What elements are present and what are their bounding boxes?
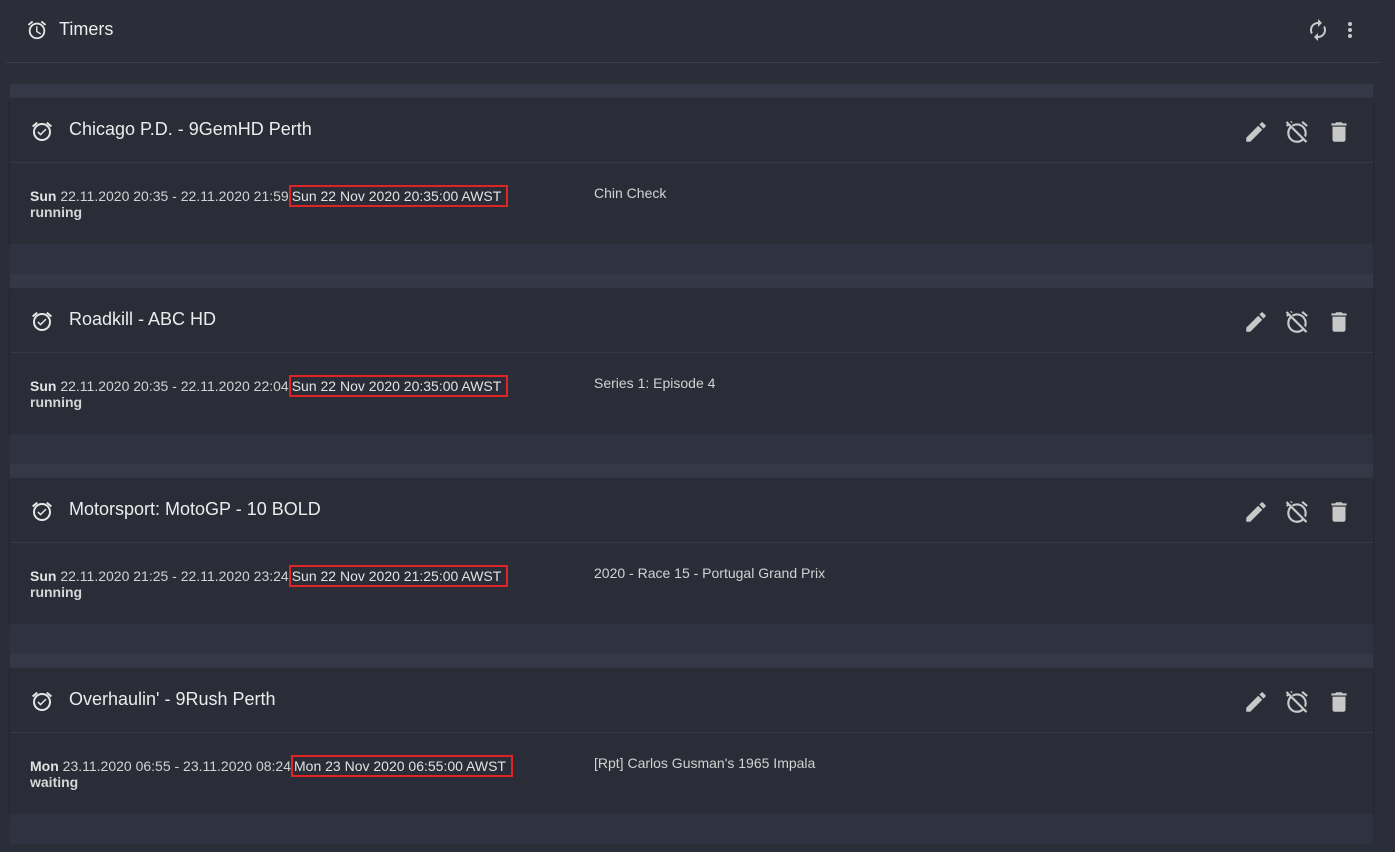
- timer-status: running: [30, 204, 83, 220]
- alarm-off-icon[interactable]: [1284, 499, 1310, 525]
- timer-card-wrapper: Overhaulin' - 9Rush Perth Mon 23.11.2020…: [10, 654, 1373, 844]
- timer-card-wrapper: Chicago P.D. - 9GemHD Perth Sun 22.11.20…: [10, 84, 1373, 274]
- timer-range: 22.11.2020 20:35 - 22.11.2020 22:04: [60, 378, 289, 394]
- alarm-check-icon: [30, 309, 54, 333]
- more-vertical-icon[interactable]: [1338, 18, 1362, 42]
- timer-card: Chicago P.D. - 9GemHD Perth Sun 22.11.20…: [10, 98, 1373, 274]
- alarm-off-icon[interactable]: [1284, 119, 1310, 145]
- timer-range: 22.11.2020 20:35 - 22.11.2020 21:59: [60, 188, 289, 204]
- timer-card-body: Sun 22.11.2020 21:25 - 22.11.2020 23:24 S…: [10, 543, 1373, 624]
- scrollbar[interactable]: [1380, 0, 1395, 852]
- alarm-check-icon: [30, 119, 54, 143]
- alarm-check-icon: [30, 499, 54, 523]
- timer-description: Series 1: Episode 4: [594, 375, 716, 391]
- pencil-icon[interactable]: [1243, 119, 1269, 145]
- timer-status: running: [30, 584, 83, 600]
- timer-card-wrapper: Roadkill - ABC HD Sun 22.11.2020 20:35 -…: [10, 274, 1373, 464]
- timer-card-wrapper: Motorsport: MotoGP - 10 BOLD Sun 22.11.2…: [10, 464, 1373, 654]
- trash-icon[interactable]: [1326, 689, 1352, 715]
- pencil-icon[interactable]: [1243, 309, 1269, 335]
- timer-description: [Rpt] Carlos Gusman's 1965 Impala: [594, 755, 816, 771]
- timer-card-body: Mon 23.11.2020 06:55 - 23.11.2020 08:24 M…: [10, 733, 1373, 814]
- timer-start-time: Sun 22 Nov 2020 20:35:00 AWST: [288, 185, 509, 207]
- timer-card-header: Motorsport: MotoGP - 10 BOLD: [10, 478, 1373, 543]
- page-title: Timers: [59, 19, 114, 39]
- timer-range: 23.11.2020 06:55 - 23.11.2020 08:24: [62, 758, 292, 774]
- timer-schedule: Sun 22.11.2020 20:35 - 22.11.2020 22:04 S…: [30, 375, 509, 397]
- timer-title: Roadkill - ABC HD: [69, 309, 217, 329]
- timer-day: Sun: [30, 378, 61, 394]
- timer-status: waiting: [30, 774, 79, 790]
- trash-icon[interactable]: [1326, 499, 1352, 525]
- timer-list: Chicago P.D. - 9GemHD Perth Sun 22.11.20…: [10, 84, 1373, 844]
- timer-schedule: Mon 23.11.2020 06:55 - 23.11.2020 08:24 M…: [30, 755, 513, 777]
- timer-card-body: Sun 22.11.2020 20:35 - 22.11.2020 21:59 S…: [10, 163, 1373, 244]
- timer-card-header: Chicago P.D. - 9GemHD Perth: [10, 98, 1373, 163]
- timer-card-header: Roadkill - ABC HD: [10, 288, 1373, 353]
- refresh-icon[interactable]: [1306, 18, 1330, 42]
- alarm-off-icon[interactable]: [1284, 689, 1310, 715]
- timer-schedule: Sun 22.11.2020 21:25 - 22.11.2020 23:24 S…: [30, 565, 509, 587]
- timer-card-header: Overhaulin' - 9Rush Perth: [10, 668, 1373, 733]
- timer-status: running: [30, 394, 83, 410]
- timer-card: Motorsport: MotoGP - 10 BOLD Sun 22.11.2…: [10, 478, 1373, 654]
- trash-icon[interactable]: [1326, 309, 1352, 335]
- timer-card: Overhaulin' - 9Rush Perth Mon 23.11.2020…: [10, 668, 1373, 844]
- toolbar: Timers: [6, 0, 1380, 63]
- timer-day: Mon: [30, 758, 63, 774]
- timer-start-time: Sun 22 Nov 2020 21:25:00 AWST: [288, 565, 509, 587]
- alarm-check-icon: [30, 689, 54, 713]
- timer-card: Roadkill - ABC HD Sun 22.11.2020 20:35 -…: [10, 288, 1373, 464]
- timer-schedule: Sun 22.11.2020 20:35 - 22.11.2020 21:59 S…: [30, 185, 509, 207]
- timer-range: 22.11.2020 21:25 - 22.11.2020 23:24: [60, 568, 289, 584]
- pencil-icon[interactable]: [1243, 689, 1269, 715]
- timer-description: 2020 - Race 15 - Portugal Grand Prix: [594, 565, 826, 581]
- timer-title: Motorsport: MotoGP - 10 BOLD: [69, 499, 321, 519]
- alarm-off-icon[interactable]: [1284, 309, 1310, 335]
- timer-title: Chicago P.D. - 9GemHD Perth: [69, 119, 312, 139]
- timer-day: Sun: [30, 188, 61, 204]
- alarm-clock-icon: [26, 19, 48, 41]
- timer-card-body: Sun 22.11.2020 20:35 - 22.11.2020 22:04 S…: [10, 353, 1373, 434]
- timer-title: Overhaulin' - 9Rush Perth: [69, 689, 276, 709]
- pencil-icon[interactable]: [1243, 499, 1269, 525]
- trash-icon[interactable]: [1326, 119, 1352, 145]
- timer-description: Chin Check: [594, 185, 667, 201]
- timer-start-time: Mon 23 Nov 2020 06:55:00 AWST: [291, 755, 513, 777]
- timer-start-time: Sun 22 Nov 2020 20:35:00 AWST: [288, 375, 509, 397]
- timer-day: Sun: [30, 568, 61, 584]
